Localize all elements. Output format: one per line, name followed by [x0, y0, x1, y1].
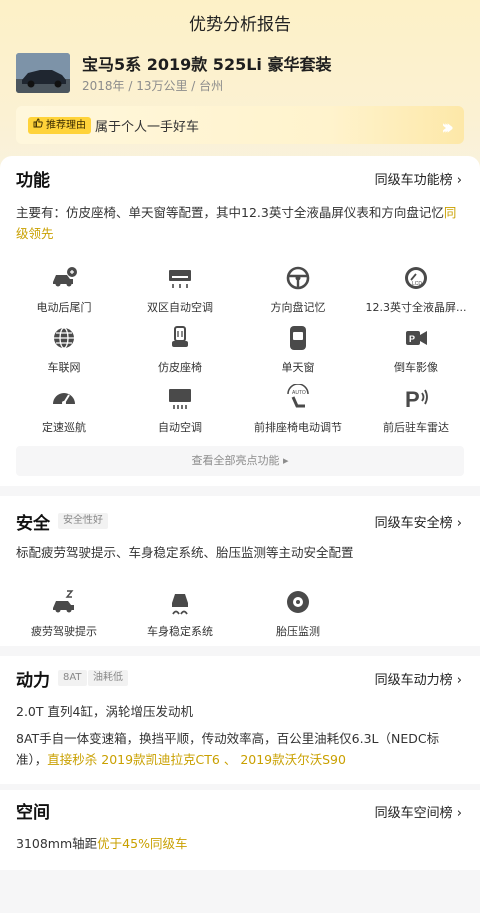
- function-ranking-link[interactable]: 同级车功能榜 ›: [375, 169, 462, 188]
- view-all-features-button[interactable]: 查看全部亮点功能 ▸: [16, 446, 464, 476]
- function-title: 功能: [16, 171, 50, 191]
- auto-ac-icon: [169, 389, 191, 409]
- feature-item[interactable]: 单天窗: [238, 324, 358, 375]
- power-seat-icon: AUTO: [287, 384, 309, 408]
- svg-text:LCD: LCD: [412, 281, 422, 287]
- space-title: 空间: [16, 803, 50, 823]
- feature-label: 双区自动空调: [147, 301, 213, 314]
- function-section: 功能 同级车功能榜 › 主要有：仿皮座椅、单天窗等配置，其中12.3英寸全液晶屏…: [0, 156, 480, 486]
- feature-label: 倒车影像: [394, 361, 438, 374]
- feature-label: 方向盘记忆: [270, 301, 326, 314]
- recommend-tag: 推荐理由: [28, 117, 91, 134]
- feature-label: 车身稳定系统: [147, 625, 213, 638]
- feature-item[interactable]: AUTO 前排座椅电动调节: [238, 384, 358, 435]
- power-chip: 油耗低: [88, 670, 128, 686]
- page-title: 优势分析报告: [189, 15, 291, 35]
- car-name: 宝马5系 2019款 525Li 豪华套装: [82, 55, 332, 74]
- recommend-tag-label: 推荐理由: [46, 120, 86, 131]
- space-desc-text: 3108mm轴距: [16, 836, 98, 851]
- safety-description: 标配疲劳驾驶提示、车身稳定系统、胎压监测等主动安全配置: [16, 545, 354, 560]
- recommend-reason-text: 属于个人一手好车: [95, 120, 200, 135]
- safety-section: 安全 安全性好 同级车安全榜 › 标配疲劳驾驶提示、车身稳定系统、胎压监测等主动…: [0, 496, 480, 646]
- feature-label: 电动后尾门: [36, 301, 92, 314]
- safety-ranking-link[interactable]: 同级车安全榜 ›: [375, 512, 462, 531]
- power-section: 动力 8AT 油耗低 同级车动力榜 › 2.0T 直列4缸，涡轮增压发动机 8A…: [0, 656, 480, 784]
- dual-zone-ac-icon: [169, 270, 191, 288]
- function-desc-text: 主要有：仿皮座椅、单天窗等配置，其中12.3英寸全液晶屏仪表和方向盘记忆: [16, 205, 444, 220]
- feature-item[interactable]: 方向盘记忆: [238, 264, 358, 315]
- svg-text:AUTO: AUTO: [292, 390, 306, 396]
- feature-label: 单天窗: [281, 361, 315, 374]
- space-desc-highlight: 优于45%同级车: [97, 836, 188, 851]
- power-engine-text: 2.0T 直列4缸，涡轮增压发动机: [16, 704, 193, 719]
- feature-label: 仿皮座椅: [158, 361, 202, 374]
- feature-label: 定速巡航: [42, 421, 86, 434]
- feature-item[interactable]: 双区自动空调: [120, 264, 240, 315]
- tire-pressure-icon: [287, 591, 309, 613]
- feature-item[interactable]: 车联网: [4, 324, 124, 375]
- feature-item[interactable]: 电动后尾门: [4, 264, 124, 315]
- power-compare-link[interactable]: 直接秒杀 2019款凯迪拉克CT6 、 2019款沃尔沃S90: [47, 752, 346, 767]
- reverse-camera-icon: P: [406, 331, 427, 345]
- power-chip: 8AT: [58, 670, 87, 686]
- connected-car-icon: [54, 327, 74, 349]
- feature-item[interactable]: P 前后驻车雷达: [356, 384, 476, 435]
- feature-item[interactable]: 胎压监测: [238, 588, 358, 639]
- power-gearbox-text: 8AT手自一体变速箱，换挡平顺，传动效率高，百公里油耗仅6.3L（NEDC标准）…: [16, 728, 464, 770]
- sunroof-icon: [290, 326, 306, 350]
- power-title: 动力: [16, 671, 50, 691]
- feature-label: 车联网: [47, 361, 81, 374]
- car-thumbnail[interactable]: [16, 53, 70, 93]
- feature-label: 12.3英寸全液晶屏...: [365, 301, 467, 314]
- feature-label: 胎压监测: [276, 625, 320, 638]
- feature-item[interactable]: LCD 12.3英寸全液晶屏...: [356, 264, 476, 315]
- space-ranking-link[interactable]: 同级车空间榜 ›: [375, 802, 462, 821]
- car-meta: 2018年 / 13万公里 / 台州: [82, 79, 224, 93]
- feature-label: 前排座椅电动调节: [254, 421, 342, 434]
- feature-item[interactable]: P 倒车影像: [356, 324, 476, 375]
- space-section: 空间 同级车空间榜 › 3108mm轴距优于45%同级车: [0, 790, 480, 870]
- function-description: 主要有：仿皮座椅、单天窗等配置，其中12.3英寸全液晶屏仪表和方向盘记忆同级领先: [16, 202, 464, 244]
- recommend-reason-bar: 推荐理由 属于个人一手好车 ›››: [16, 106, 464, 144]
- svg-text:P: P: [405, 387, 420, 412]
- feature-item[interactable]: 定速巡航: [4, 384, 124, 435]
- feature-item[interactable]: 自动空调: [120, 384, 240, 435]
- svg-text:P: P: [409, 334, 415, 344]
- cruise-control-icon: [53, 393, 75, 405]
- feature-label: 自动空调: [158, 421, 202, 434]
- steering-memory-icon: [286, 266, 310, 290]
- lcd-display-icon: LCD: [405, 267, 427, 289]
- power-tailgate-icon: [53, 267, 77, 287]
- feature-item[interactable]: 疲劳驾驶提示: [4, 588, 124, 639]
- feature-item[interactable]: 车身稳定系统: [120, 588, 240, 639]
- safety-title: 安全: [16, 514, 50, 534]
- double-chevron-icon: ›››: [441, 115, 454, 139]
- fatigue-alert-icon: [53, 590, 74, 613]
- safety-chip: 安全性好: [58, 513, 108, 529]
- feature-label: 疲劳驾驶提示: [31, 625, 97, 638]
- feature-item[interactable]: 仿皮座椅: [120, 324, 240, 375]
- space-description: 3108mm轴距优于45%同级车: [16, 833, 464, 854]
- thumbs-up-icon: [33, 117, 43, 134]
- leather-seat-icon: [172, 326, 188, 347]
- feature-label: 前后驻车雷达: [383, 421, 449, 434]
- parking-radar-icon: P: [405, 387, 428, 412]
- power-ranking-link[interactable]: 同级车动力榜 ›: [375, 669, 462, 688]
- stability-control-icon: [172, 594, 188, 615]
